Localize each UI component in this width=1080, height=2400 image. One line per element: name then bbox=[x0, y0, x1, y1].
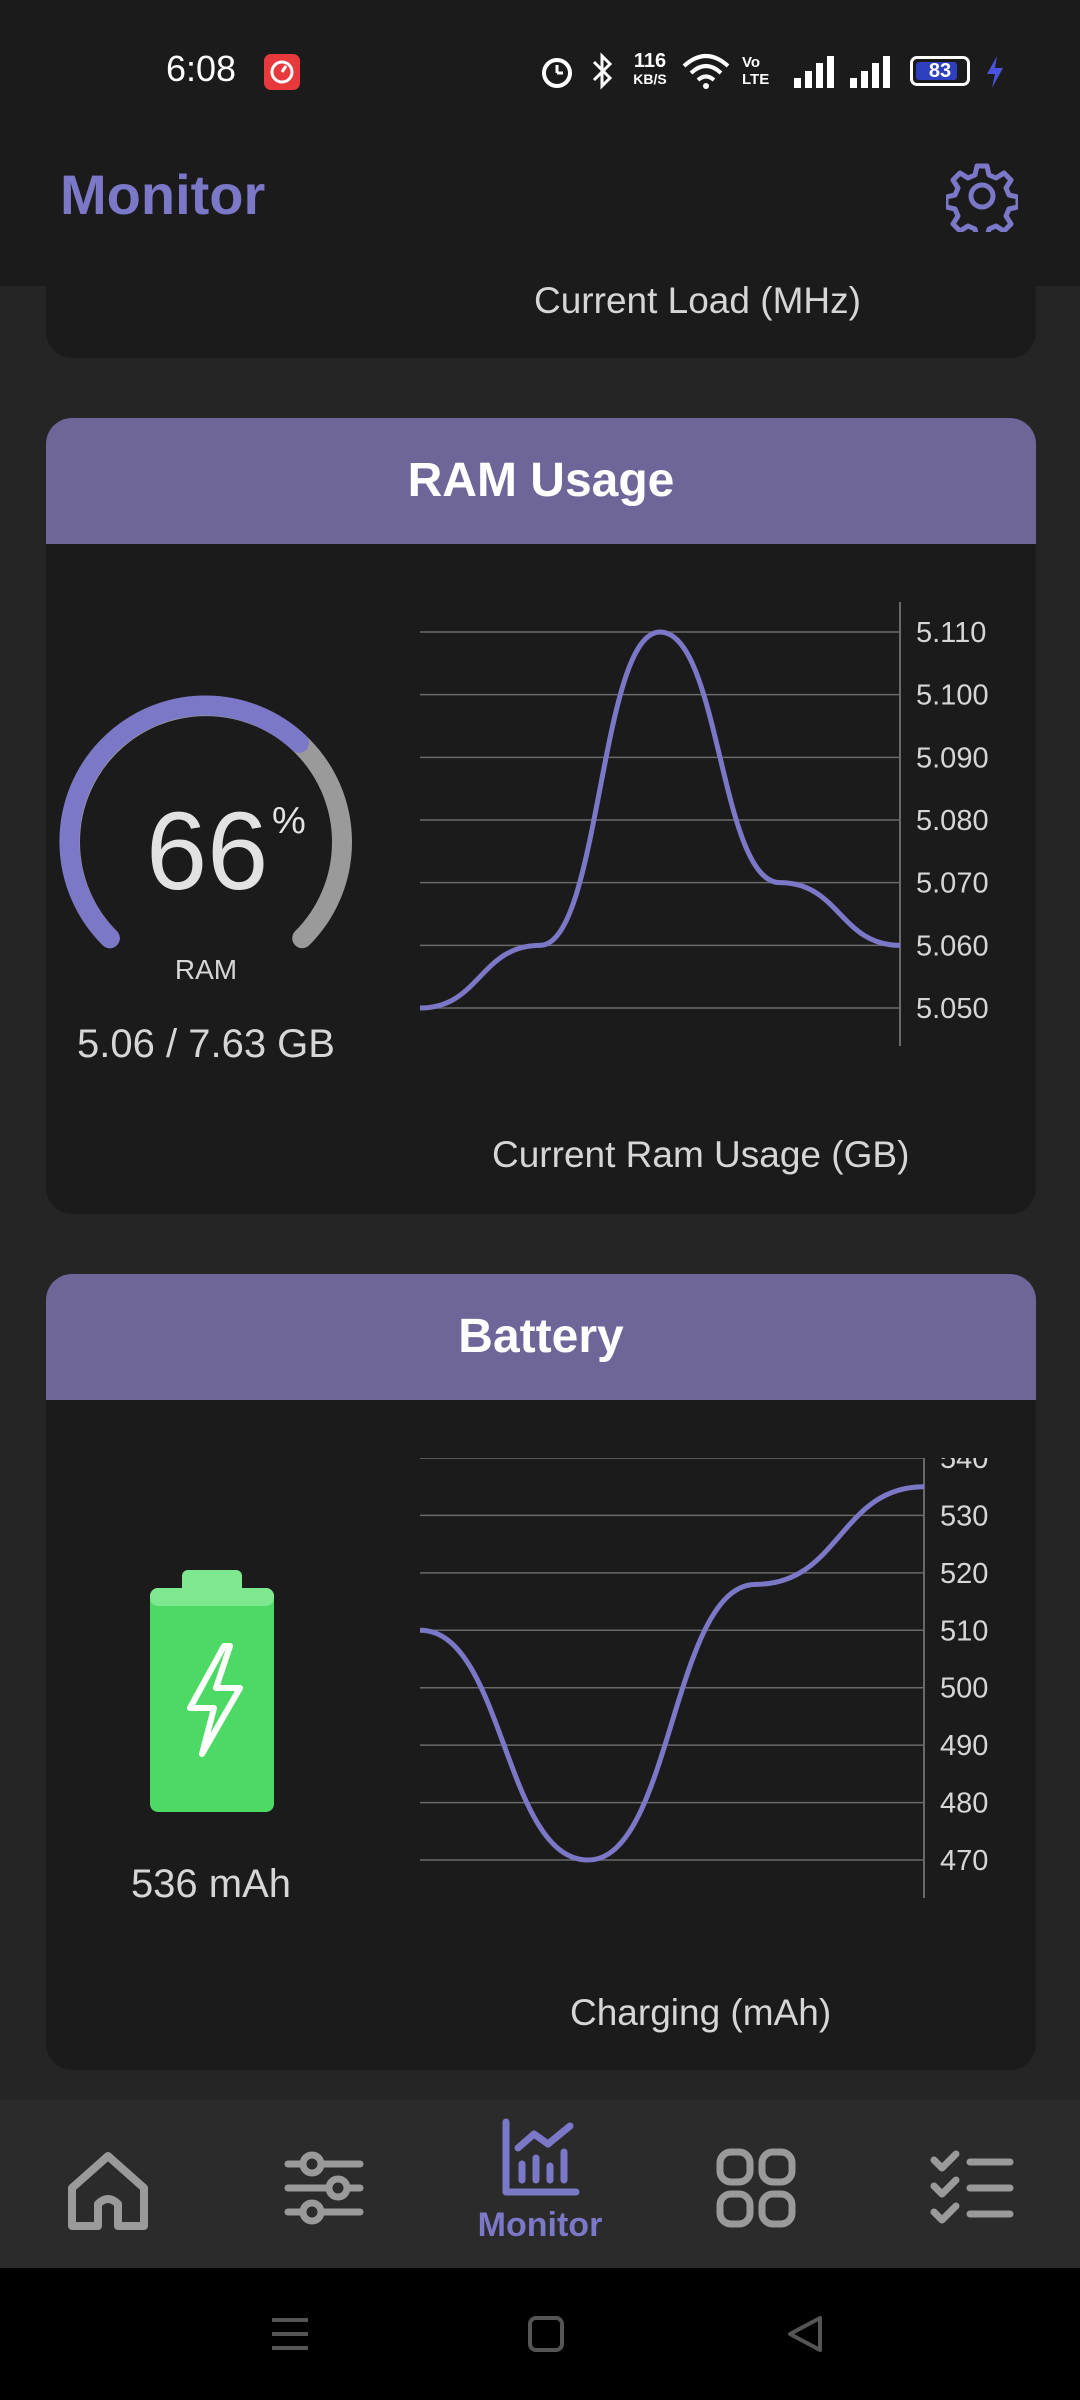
ram-usage-chart: 5.110 5.100 5.090 5.080 5.070 5.060 5.050 bbox=[420, 602, 989, 1046]
gauge-percent-sign: % bbox=[272, 800, 306, 842]
y-tick-label: 520 bbox=[940, 1558, 988, 1590]
bluetooth-icon bbox=[592, 52, 613, 90]
battery-status: 83 bbox=[910, 56, 970, 86]
y-tick-label: 5.080 bbox=[916, 805, 989, 837]
gauge-percent-value: 66 bbox=[146, 790, 269, 913]
cpu-card: Current Load (MHz) bbox=[46, 250, 1036, 358]
y-tick-label: 530 bbox=[940, 1500, 988, 1532]
home-icon[interactable] bbox=[48, 2128, 168, 2248]
back-icon[interactable] bbox=[782, 2312, 826, 2356]
y-tick-label: 5.060 bbox=[916, 930, 989, 962]
chart-icon bbox=[502, 2118, 580, 2196]
signal-icon-2 bbox=[850, 56, 890, 88]
cpu-chart-caption: Current Load (MHz) bbox=[534, 280, 861, 321]
volte-label: Vo LTE bbox=[742, 54, 770, 88]
series-line bbox=[420, 1484, 925, 1863]
charging-bolt-icon bbox=[987, 56, 1003, 88]
gauge-label: RAM bbox=[174, 954, 238, 985]
sliders-icon[interactable] bbox=[264, 2128, 384, 2248]
battery-capacity-text: 536 mAh bbox=[130, 1862, 292, 1906]
battery-chart-caption: Charging (mAh) bbox=[570, 1992, 832, 2033]
y-tick-label: 5.110 bbox=[916, 617, 986, 649]
net-speed: 116 KB/S bbox=[628, 50, 672, 88]
home-square-icon[interactable] bbox=[524, 2312, 568, 2356]
battery-charging-chart: 540 530 520 510 500 490 480 470 bbox=[420, 1458, 988, 1898]
battery-card-header: Battery bbox=[46, 1274, 1036, 1400]
y-tick-label: 5.090 bbox=[916, 742, 989, 774]
ram-card: RAM Usage 66 % RAM 5.06 / 7.63 GB 5.110 5… bbox=[46, 418, 1036, 1214]
y-tick-label: 5.050 bbox=[916, 993, 989, 1025]
grid-icon[interactable] bbox=[696, 2128, 816, 2248]
y-tick-label: 5.100 bbox=[916, 680, 989, 712]
page-title: Monitor bbox=[60, 163, 266, 226]
net-speed-unit: KB/S bbox=[633, 71, 667, 87]
net-speed-value: 116 bbox=[633, 50, 667, 72]
ram-chart-caption: Current Ram Usage (GB) bbox=[492, 1134, 910, 1175]
y-tick-label: 510 bbox=[940, 1615, 988, 1647]
nav-item-monitor[interactable]: Monitor bbox=[460, 2118, 620, 2258]
checklist-icon[interactable] bbox=[912, 2128, 1032, 2248]
ram-card-header: RAM Usage bbox=[46, 418, 1036, 544]
y-tick-label: 480 bbox=[940, 1788, 988, 1820]
y-tick-label: 500 bbox=[940, 1673, 988, 1705]
charging-battery-icon bbox=[150, 1570, 274, 1812]
nav-label-monitor: Monitor bbox=[477, 2206, 603, 2244]
y-tick-label: 470 bbox=[940, 1845, 988, 1877]
gear-icon[interactable] bbox=[946, 160, 1018, 232]
alarm-icon bbox=[542, 58, 572, 88]
menu-icon[interactable] bbox=[268, 2312, 312, 2356]
status-time: 6:08 bbox=[166, 48, 237, 89]
y-tick-label: 5.070 bbox=[916, 868, 989, 900]
recorder-icon bbox=[264, 54, 300, 90]
battery-level: 83 bbox=[928, 60, 952, 82]
wifi-icon bbox=[682, 54, 730, 89]
y-tick-label: 540 bbox=[940, 1458, 988, 1475]
signal-icon bbox=[794, 56, 834, 88]
ram-usage-text: 5.06 / 7.63 GB bbox=[77, 1022, 335, 1066]
battery-card: Battery 536 mAh 540 530 520 510 500 490 480 470… bbox=[46, 1274, 1036, 2070]
y-tick-label: 490 bbox=[940, 1730, 988, 1762]
